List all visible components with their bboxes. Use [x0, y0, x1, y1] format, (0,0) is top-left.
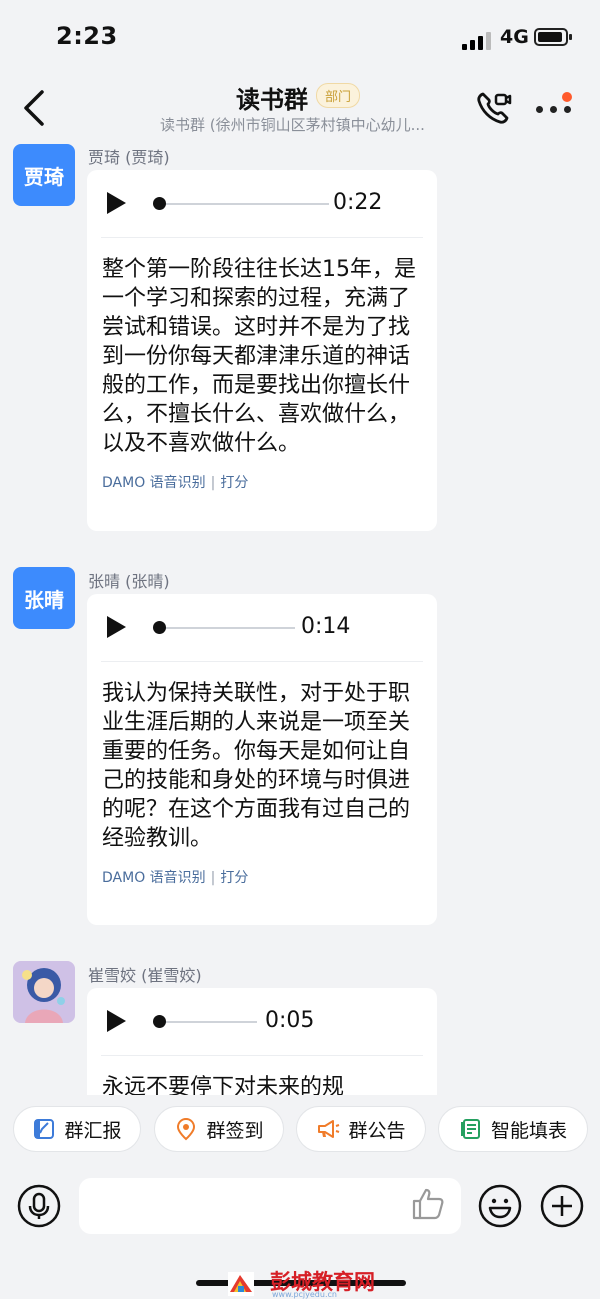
play-icon[interactable]: [107, 192, 126, 214]
meta-separator: |: [210, 870, 216, 886]
voice-message-bubble[interactable]: 0:22 整个第一阶段往往长达15年，是一个学习和探索的过程，充满了尝试和错误。…: [87, 170, 437, 531]
voice-duration: 0:05: [265, 1008, 315, 1033]
chat-header: 读书群 部门 读书群 (徐州市铜山区茅村镇中心幼儿...: [0, 80, 600, 140]
location-pin-icon: [177, 1117, 196, 1141]
signal-icon: [462, 30, 494, 50]
voice-input-icon[interactable]: [17, 1184, 61, 1228]
group-notice-button[interactable]: 群公告: [296, 1106, 426, 1152]
voice-transcript: 整个第一阶段往往长达15年，是一个学习和探索的过程，充满了尝试和错误。这时并不是…: [102, 257, 416, 456]
sender-name: 崔雪姣 (崔雪姣): [88, 966, 202, 985]
phone-video-icon[interactable]: [474, 88, 514, 128]
group-subtitle: 读书群 (徐州市铜山区茅村镇中心幼儿...: [160, 116, 425, 134]
quick-action-label: 群汇报: [64, 1119, 122, 1142]
voice-player: 0:05: [101, 988, 423, 1056]
avatar[interactable]: 张晴: [13, 567, 75, 629]
voice-duration: 0:14: [301, 614, 351, 639]
group-title[interactable]: 读书群: [236, 80, 308, 115]
voice-progress-knob[interactable]: [153, 197, 166, 210]
quick-action-label: 群签到: [206, 1119, 264, 1142]
avatar[interactable]: 贾琦: [13, 144, 75, 206]
voice-progress-knob[interactable]: [153, 1015, 166, 1028]
report-icon: [34, 1119, 55, 1139]
form-icon: [460, 1119, 480, 1139]
thumbs-up-icon[interactable]: [410, 1186, 446, 1222]
battery-icon: [534, 28, 572, 46]
quick-action-bar: 群汇报 群签到 群公告 智能填表: [0, 1100, 600, 1162]
transcript-meta: DAMO 语音识别 | 打分: [87, 853, 437, 887]
megaphone-icon: [318, 1120, 340, 1138]
add-icon[interactable]: [540, 1184, 584, 1228]
sender-name: 张晴 (张晴): [88, 572, 170, 591]
play-icon[interactable]: [107, 616, 126, 638]
meta-separator: |: [210, 475, 216, 491]
asr-label: DAMO 语音识别: [102, 870, 206, 886]
network-type: 4G: [500, 26, 529, 48]
department-badge: 部门: [316, 83, 361, 108]
quick-action-label: 群公告: [348, 1119, 406, 1142]
voice-player: 0:14: [101, 594, 423, 662]
message-input[interactable]: [79, 1178, 461, 1234]
avatar[interactable]: [13, 961, 75, 1023]
chat-messages[interactable]: 贾琦 贾琦 (贾琦) 0:22 整个第一阶段往往长达15年，是一个学习和探索的过…: [0, 140, 600, 1095]
voice-message-bubble[interactable]: 0:05 永远不要停下对未来的规: [87, 988, 437, 1095]
more-icon[interactable]: [534, 92, 578, 122]
transcript-meta: DAMO 语音识别 | 打分: [87, 458, 437, 492]
sender-name: 贾琦 (贾琦): [88, 148, 170, 167]
play-icon[interactable]: [107, 1010, 126, 1032]
voice-message-bubble[interactable]: 0:14 我认为保持关联性，对于处于职业生涯后期的人来说是一项至关重要的任务。你…: [87, 594, 437, 925]
asr-label: DAMO 语音识别: [102, 475, 206, 491]
voice-progress-knob[interactable]: [153, 621, 166, 634]
voice-player: 0:22: [101, 170, 423, 238]
voice-progress-track[interactable]: [159, 1021, 257, 1023]
emoji-icon[interactable]: [478, 1184, 522, 1228]
avatar-illustration: [13, 961, 75, 1023]
voice-transcript: 我认为保持关联性，对于处于职业生涯后期的人来说是一项至关重要的任务。你每天是如何…: [102, 681, 411, 851]
group-checkin-button[interactable]: 群签到: [154, 1106, 284, 1152]
quick-action-label: 智能填表: [490, 1119, 567, 1142]
group-report-button[interactable]: 群汇报: [13, 1106, 141, 1152]
smart-form-button[interactable]: 智能填表: [438, 1106, 588, 1152]
status-bar: 2:23 4G: [0, 0, 600, 80]
voice-duration: 0:22: [333, 190, 383, 215]
voice-progress-track[interactable]: [159, 203, 329, 205]
status-time: 2:23: [56, 22, 118, 50]
rate-link[interactable]: 打分: [220, 475, 248, 491]
rate-link[interactable]: 打分: [220, 870, 248, 886]
back-icon[interactable]: [18, 88, 52, 128]
voice-progress-track[interactable]: [159, 627, 295, 629]
voice-transcript: 永远不要停下对未来的规: [102, 1075, 345, 1095]
notification-dot: [562, 92, 572, 102]
